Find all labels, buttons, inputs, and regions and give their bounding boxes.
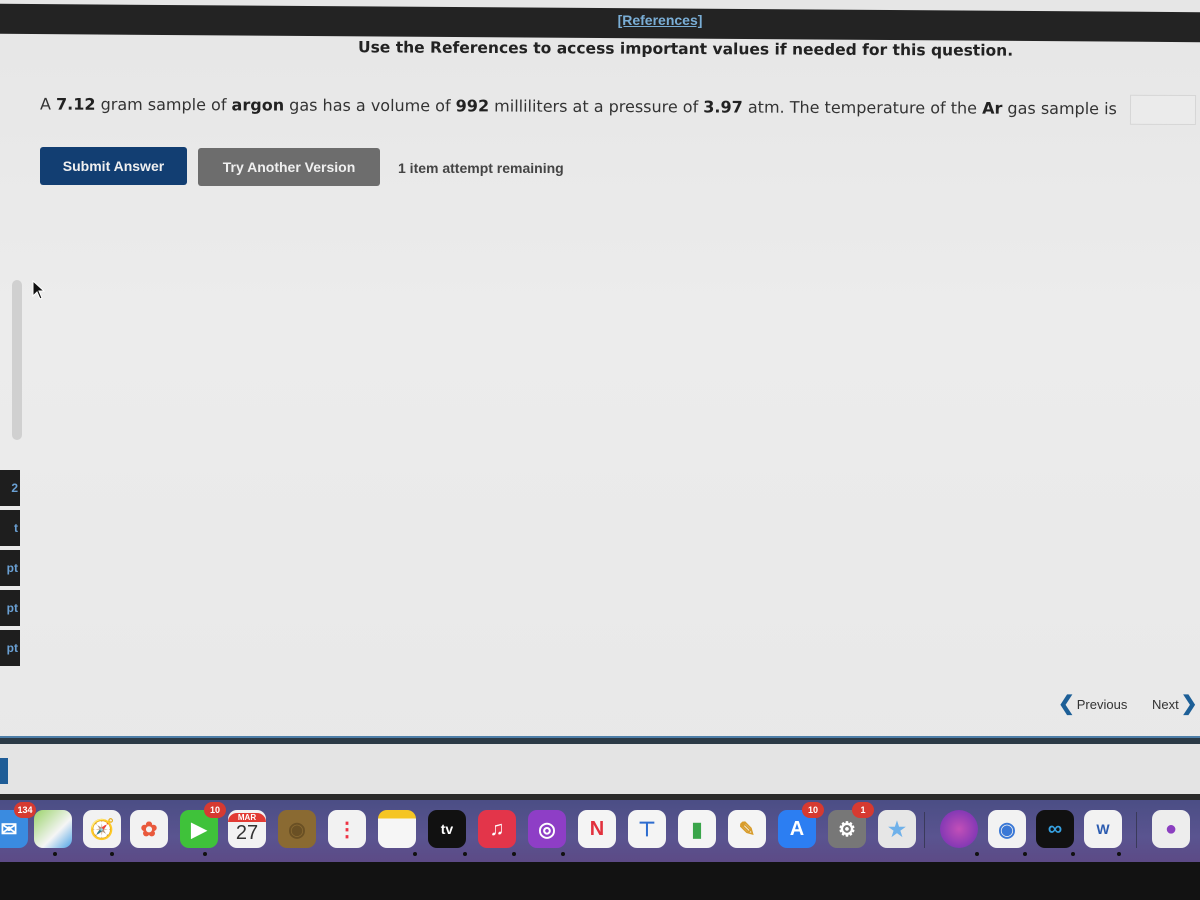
footer-area [0, 744, 1200, 794]
running-app-indicator [561, 852, 565, 856]
dock-app-safari-icon[interactable]: 🧭 [83, 810, 121, 848]
sidebar-tab[interactable]: pt [0, 630, 20, 666]
question-fragment: milliliters at a pressure of [489, 96, 704, 117]
running-app-indicator [463, 852, 467, 856]
notification-badge: 10 [802, 802, 824, 818]
bezel-bottom [0, 862, 1200, 900]
question-value: 7.12 [55, 94, 96, 114]
calendar-day: 27 [235, 822, 259, 844]
notification-badge: 10 [204, 802, 226, 818]
temperature-answer-input[interactable] [1129, 94, 1197, 126]
attempts-remaining-text: 1 item attempt remaining [398, 160, 564, 176]
dock-app-chrome-icon[interactable]: ◉ [988, 810, 1026, 848]
running-app-indicator [1023, 852, 1027, 856]
dock-app-word-icon[interactable]: W [1084, 810, 1122, 848]
footer-tab[interactable] [0, 758, 8, 784]
sidebar-scrollbar[interactable] [12, 280, 22, 440]
dock-app-pages-icon[interactable]: ✎ [728, 810, 766, 848]
dock-app-notes-icon[interactable] [378, 810, 416, 848]
instruction-text: Use the References to access important v… [357, 38, 1014, 60]
question-fragment: gram sample of [95, 94, 232, 115]
dock-app-maps-icon[interactable] [34, 810, 72, 848]
running-app-indicator [975, 852, 979, 856]
dock-app-app-store-icon[interactable]: A 10 [778, 802, 824, 848]
running-app-indicator [512, 852, 516, 856]
dock-app-mail-icon[interactable]: ✉ 134 [0, 802, 36, 848]
next-button[interactable]: Next ❯ [1152, 694, 1198, 714]
sidebar-tab[interactable]: t [0, 510, 20, 546]
question-value: argon [231, 95, 285, 115]
running-app-indicator [1117, 852, 1121, 856]
running-app-indicator [203, 852, 207, 856]
question-fragment: atm. The temperature of the [742, 97, 983, 118]
notification-badge: 134 [14, 802, 36, 818]
dock-app-calendar-icon[interactable]: MAR 27 [228, 810, 266, 848]
submit-answer-button[interactable]: Submit Answer [40, 147, 187, 185]
dock-app-label: W [1096, 821, 1110, 837]
dock-separator [924, 812, 925, 848]
running-app-indicator [1071, 852, 1075, 856]
dock-app-facetime-icon[interactable]: ▶ 10 [180, 802, 226, 848]
dock-app-reminders-icon[interactable]: ⋮ [328, 810, 366, 848]
references-link[interactable]: [References] [0, 12, 1200, 28]
dock-app-numbers-icon[interactable]: ▮ [678, 810, 716, 848]
sidebar-tab[interactable]: 2 [0, 470, 20, 506]
sidebar-question-tabs: 2 t pt pt pt [0, 470, 20, 670]
dock-app-podcasts-icon[interactable]: ◎ [528, 810, 566, 848]
question-fragment: A [39, 94, 57, 114]
chevron-left-icon: ❮ [1058, 693, 1075, 715]
dock-app-system-preferences-icon[interactable]: ⚙ 1 [828, 802, 874, 848]
previous-button[interactable]: ❮ Previous [1058, 694, 1127, 714]
sidebar-tab[interactable]: pt [0, 590, 20, 626]
dock-app-webex-icon[interactable]: ∞ [1036, 810, 1074, 848]
question-value: 3.97 [703, 97, 743, 117]
notification-badge: 1 [852, 802, 874, 818]
dock-app-downloads-stack-icon[interactable]: ● [1152, 810, 1190, 848]
dock-app-label: tv [440, 821, 454, 837]
footer-divider [0, 736, 1200, 744]
question-fragment: gas has a volume of [284, 95, 456, 116]
try-another-version-button[interactable]: Try Another Version [198, 148, 380, 186]
running-app-indicator [110, 852, 114, 856]
dock-app-macos-installer-icon[interactable] [940, 810, 978, 848]
dock-app-tv-icon[interactable]: tv [428, 810, 466, 848]
dock-app-music-icon[interactable]: ♫ [478, 810, 516, 848]
browser-screen: [References] Use the References to acces… [0, 0, 1200, 800]
sidebar-tab[interactable]: pt [0, 550, 20, 586]
dock-app-photos-icon[interactable]: ✿ [130, 810, 168, 848]
question-fragment: gas sample is [1002, 98, 1117, 119]
chevron-right-icon: ❯ [1180, 693, 1198, 715]
running-app-indicator [413, 852, 417, 856]
dock-app-news-icon[interactable]: N [578, 810, 616, 848]
question-value: Ar [982, 98, 1003, 118]
dock-app-keynote-icon[interactable]: ⊤ [628, 810, 666, 848]
mouse-pointer-icon [32, 280, 46, 300]
calendar-month: MAR [228, 813, 266, 822]
dock-app-reeder-icon[interactable]: ★ [878, 810, 916, 848]
running-app-indicator [53, 852, 57, 856]
question-value: 992 [455, 96, 490, 116]
question-body: A 7.12 gram sample of argon gas has a vo… [40, 95, 1117, 119]
dock-app-contacts-icon[interactable]: ◉ [278, 810, 316, 848]
question-text: A 7.12 gram sample of argon gas has a vo… [40, 90, 1200, 126]
dock-separator [1136, 812, 1137, 848]
